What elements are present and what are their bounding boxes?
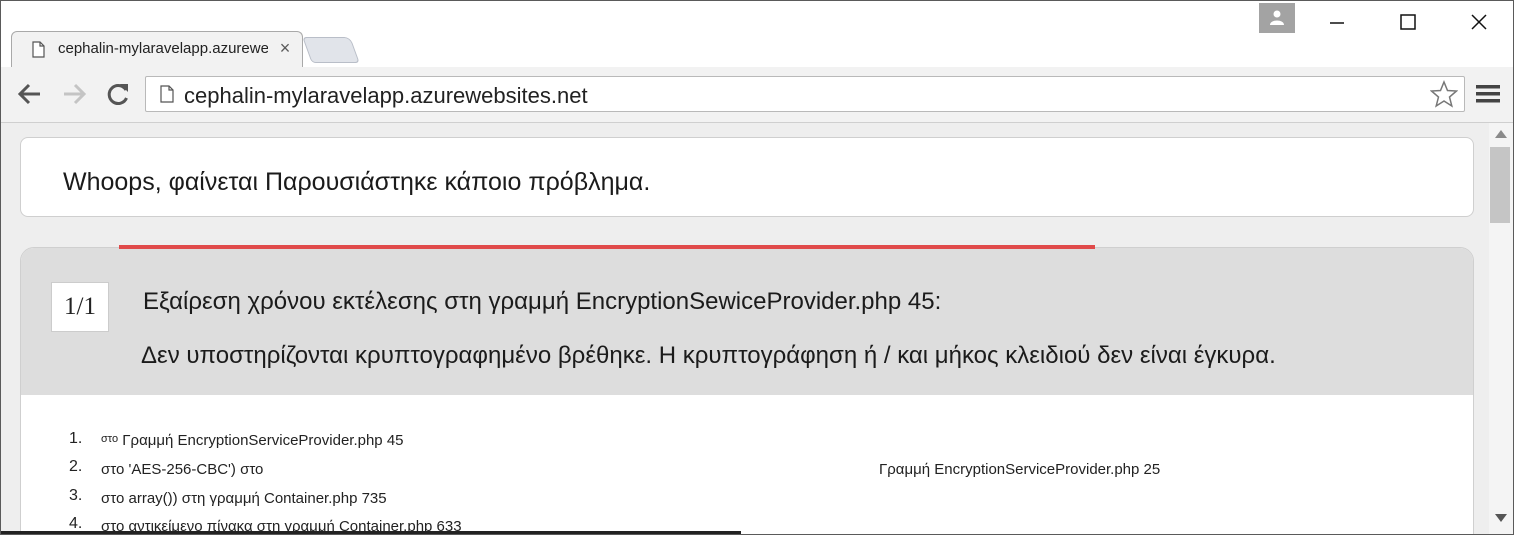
- maximize-icon: [1400, 14, 1416, 30]
- tab-title: cephalin-mylaravelapp.azurewebsites.net: [58, 40, 268, 57]
- trace-text: στο 'AES-256-CBC') στο: [101, 461, 264, 478]
- arrow-right-icon: [64, 83, 87, 105]
- trace-location: Γραμμή EncryptionServiceProvider.php 25: [879, 461, 1161, 478]
- address-bar[interactable]: cephalin-mylaravelapp.azurewebsites.net: [145, 76, 1465, 112]
- scroll-down-icon[interactable]: [1494, 513, 1508, 523]
- page-icon: [32, 41, 45, 58]
- forward-button[interactable]: [59, 79, 89, 109]
- title-bar: cephalin-mylaravelapp.azurewebsites.net …: [1, 1, 1513, 68]
- error-header-card: Whoops, φαίνεται Παρουσιάστηκε κάποιο πρ…: [20, 137, 1474, 217]
- close-tab-icon[interactable]: ×: [277, 38, 293, 58]
- browser-window: cephalin-mylaravelapp.azurewebsites.net …: [0, 0, 1514, 535]
- back-button[interactable]: [15, 79, 45, 109]
- exception-counter: 1/1: [51, 282, 109, 332]
- scrollbar-thumb[interactable]: [1490, 147, 1510, 223]
- maximize-button[interactable]: [1389, 7, 1429, 37]
- reload-icon: [107, 84, 128, 105]
- menu-button[interactable]: [1475, 81, 1501, 107]
- browser-tab[interactable]: cephalin-mylaravelapp.azurewebsites.net …: [11, 31, 303, 68]
- trace-number: 2.: [69, 458, 83, 475]
- hamburger-icon: [1476, 85, 1500, 103]
- close-window-button[interactable]: [1459, 7, 1499, 37]
- exception-location: Εξαίρεση χρόνου εκτέλεσης στη γραμμή Enc…: [143, 288, 942, 315]
- page-info-icon[interactable]: [160, 85, 174, 103]
- trace-number: 3.: [69, 487, 83, 504]
- page-viewport: Whoops, φαίνεται Παρουσιάστηκε κάποιο πρ…: [1, 123, 1489, 534]
- close-icon: [1471, 14, 1487, 30]
- exception-card: 1/1 Εξαίρεση χρόνου εκτέλεσης στη γραμμή…: [20, 247, 1474, 534]
- arrow-left-icon: [17, 83, 40, 105]
- trace-text: στο array()) στη γραμμή Container.php 73…: [101, 490, 387, 507]
- trace-prefix: στο: [101, 433, 119, 445]
- stack-trace: 1. στο Γραμμή EncryptionServiceProvider.…: [21, 395, 1473, 534]
- reload-button[interactable]: [103, 79, 133, 109]
- new-tab-button[interactable]: [302, 37, 360, 63]
- trace-item: στο Γραμμή EncryptionServiceProvider.php…: [101, 432, 404, 449]
- profile-button[interactable]: [1259, 3, 1295, 33]
- whoops-message: Whoops, φαίνεται Παρουσιάστηκε κάποιο πρ…: [63, 168, 651, 196]
- bottom-divider: [1, 531, 741, 534]
- highlight-underline: [119, 245, 1095, 249]
- bookmark-star-icon[interactable]: [1430, 80, 1458, 108]
- person-icon: [1270, 10, 1284, 25]
- scroll-up-icon[interactable]: [1494, 129, 1508, 139]
- exception-header: 1/1 Εξαίρεση χρόνου εκτέλεσης στη γραμμή…: [21, 248, 1473, 395]
- minimize-icon: [1330, 22, 1344, 24]
- trace-number: 1.: [69, 430, 83, 447]
- trace-text: Γραμμή EncryptionServiceProvider.php 45: [122, 432, 404, 449]
- vertical-scrollbar[interactable]: [1489, 123, 1513, 534]
- minimize-button[interactable]: [1317, 7, 1357, 37]
- url-text[interactable]: cephalin-mylaravelapp.azurewebsites.net: [184, 83, 588, 109]
- browser-toolbar: cephalin-mylaravelapp.azurewebsites.net: [1, 67, 1513, 123]
- exception-message: Δεν υποστηρίζονται κρυπτογραφημένο βρέθη…: [141, 342, 1276, 369]
